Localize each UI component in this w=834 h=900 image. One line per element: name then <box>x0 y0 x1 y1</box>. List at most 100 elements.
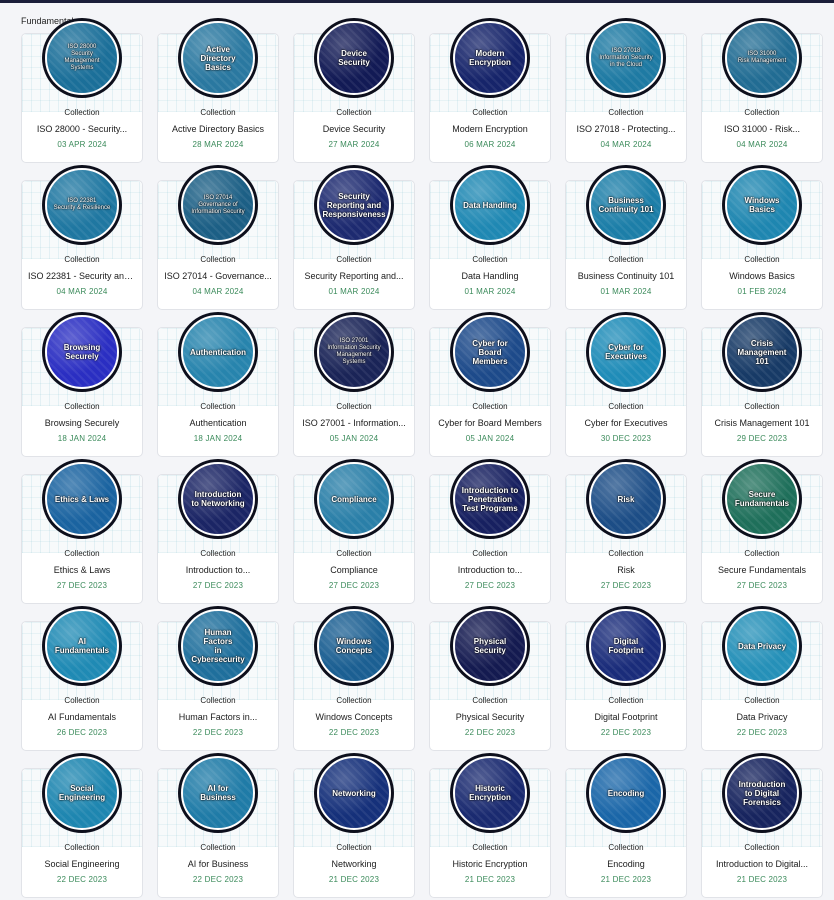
collection-card[interactable]: Cyber for Executives Collection Cyber for … <box>565 312 687 457</box>
card-title: Ethics & Laws <box>53 565 111 575</box>
collection-card[interactable]: Networking Collection Networking 21 DEC 202… <box>293 753 415 898</box>
collection-card[interactable]: Compliance Collection Compliance 27 DEC 202… <box>293 459 415 604</box>
collection-card[interactable]: Browsing Securely Collection Browsing Secu… <box>21 312 143 457</box>
collection-card[interactable]: Device Security Collection Device Security… <box>293 18 415 163</box>
collection-card[interactable]: Risk Collection Risk 27 DEC 2023 <box>565 459 687 604</box>
card-type-label: Collection <box>472 549 508 558</box>
collection-badge-image: Business Continuity 101 <box>586 165 666 245</box>
collection-card[interactable]: Introduction to Networking Collection Intr… <box>157 459 279 604</box>
collection-card[interactable]: Windows Concepts Collection Windows Concep… <box>293 606 415 751</box>
badge-label: Business Continuity 101 <box>598 196 654 214</box>
badge-label: Windows Basics <box>744 196 780 214</box>
collection-card[interactable]: Secure Fundamentals Collection Secure Fund… <box>701 459 823 604</box>
collection-card[interactable]: Authentication Collection Authentication 18… <box>157 312 279 457</box>
card-date: 22 DEC 2023 <box>192 728 244 737</box>
collection-badge-image: Human Factors in Cybersecurity <box>178 606 258 686</box>
collection-badge-image: AI for Business <box>178 753 258 833</box>
collection-card[interactable]: Crisis Management 101 Collection Crisis Ma… <box>701 312 823 457</box>
collection-card[interactable]: Active Directory Basics Collection Active … <box>157 18 279 163</box>
badge-label: Digital Footprint <box>608 637 644 655</box>
collection-badge-image: Data Handling <box>450 165 530 245</box>
top-bar <box>0 0 834 3</box>
collection-card[interactable]: Ethics & Laws Collection Ethics & Laws 27 D… <box>21 459 143 604</box>
card-date: 21 DEC 2023 <box>328 875 380 884</box>
collection-badge-image: Introduction to Networking <box>178 459 258 539</box>
collection-badge-image: Browsing Securely <box>42 312 122 392</box>
collection-card[interactable]: ISO 31000 Risk Management Collection ISO 3… <box>701 18 823 163</box>
collection-badge-image: Authentication <box>178 312 258 392</box>
card-title: Introduction to... <box>457 565 523 575</box>
collection-card[interactable]: Human Factors in Cybersecurity Collection… <box>157 606 279 751</box>
badge-label: Social Engineering <box>58 784 106 802</box>
collection-card[interactable]: AI Fundamentals Collection AI Fundamentals… <box>21 606 143 751</box>
collection-card[interactable]: ISO 27014 Governance of Information Secu… <box>157 165 279 310</box>
collection-card[interactable]: Windows Basics Collection Windows Basics 01… <box>701 165 823 310</box>
badge-label: Introduction to Digital Forensics <box>738 779 786 807</box>
card-type-label: Collection <box>64 108 100 117</box>
collection-badge-image: Device Security <box>314 18 394 98</box>
card-type-label: Collection <box>64 696 100 705</box>
card-type-label: Collection <box>200 108 236 117</box>
card-type-label: Collection <box>64 255 100 264</box>
collection-card[interactable]: Data Handling Collection Data Handling 01 M… <box>429 165 551 310</box>
collection-card[interactable]: Security Reporting and Responsiveness Col… <box>293 165 415 310</box>
collection-card[interactable]: AI for Business Collection AI for Business… <box>157 753 279 898</box>
collection-card[interactable]: Data Privacy Collection Data Privacy 22 DEC… <box>701 606 823 751</box>
card-date: 01 MAR 2024 <box>600 287 652 296</box>
collection-badge-image: Compliance <box>314 459 394 539</box>
collection-card[interactable]: Business Continuity 101 Collection Busines… <box>565 165 687 310</box>
card-title: Device Security <box>322 124 386 134</box>
card-type-label: Collection <box>608 402 644 411</box>
collection-card[interactable]: Encoding Collection Encoding 21 DEC 2023 <box>565 753 687 898</box>
card-type-label: Collection <box>608 843 644 852</box>
card-title: Risk <box>617 565 635 575</box>
badge-label: Windows Concepts <box>335 637 373 655</box>
collection-card[interactable]: Physical Security Collection Physical Secu… <box>429 606 551 751</box>
collection-card[interactable]: Social Engineering Collection Social Engin… <box>21 753 143 898</box>
collection-badge-image: Cyber for Board Members <box>450 312 530 392</box>
card-type-label: Collection <box>744 402 780 411</box>
collection-badge-image: Crisis Management 101 <box>722 312 802 392</box>
collection-badge-image: Physical Security <box>450 606 530 686</box>
card-title: Data Handling <box>461 271 519 281</box>
card-type-label: Collection <box>336 549 372 558</box>
card-title: AI Fundamentals <box>47 712 117 722</box>
collection-badge-image: Historic Encryption <box>450 753 530 833</box>
collection-card[interactable]: Cyber for Board Members Collection Cyber f… <box>429 312 551 457</box>
card-title: Browsing Securely <box>44 418 120 428</box>
card-date: 21 DEC 2023 <box>600 875 652 884</box>
card-date: 01 MAR 2024 <box>464 287 516 296</box>
badge-label: Data Privacy <box>737 641 787 651</box>
card-date: 18 JAN 2024 <box>193 434 243 443</box>
collection-badge-image: Encoding <box>586 753 666 833</box>
card-title: Security Reporting and... <box>304 271 404 281</box>
collection-grid: ISO 28000 Security Management Systems Col… <box>21 18 823 900</box>
collection-badge-image: Windows Basics <box>722 165 802 245</box>
collection-card[interactable]: Introduction to Penetration Test Program… <box>429 459 551 604</box>
card-type-label: Collection <box>200 255 236 264</box>
badge-label: Physical Security <box>473 637 507 655</box>
card-date: 21 DEC 2023 <box>464 875 516 884</box>
card-date: 27 DEC 2023 <box>192 581 244 590</box>
card-type-label: Collection <box>64 549 100 558</box>
collection-card[interactable]: Introduction to Digital Forensics Collect… <box>701 753 823 898</box>
collection-card[interactable]: Modern Encryption Collection Modern Encryp… <box>429 18 551 163</box>
card-type-label: Collection <box>472 255 508 264</box>
collection-card[interactable]: ISO 28000 Security Management Systems Col… <box>21 18 143 163</box>
card-title: Introduction to Digital... <box>715 859 809 869</box>
card-date: 05 JAN 2024 <box>329 434 379 443</box>
collection-card[interactable]: Historic Encryption Collection Historic En… <box>429 753 551 898</box>
card-type-label: Collection <box>336 255 372 264</box>
collection-card[interactable]: ISO 27001 Information Security Managemen… <box>293 312 415 457</box>
collection-card[interactable]: ISO 27018 Information Security in the Cl… <box>565 18 687 163</box>
collection-card[interactable]: Digital Footprint Collection Digital Footp… <box>565 606 687 751</box>
collection-badge-image: Introduction to Penetration Test Program… <box>450 459 530 539</box>
card-title: ISO 31000 - Risk... <box>723 124 801 134</box>
collection-badge-image: Data Privacy <box>722 606 802 686</box>
collection-badge-image: Active Directory Basics <box>178 18 258 98</box>
badge-label: Encoding <box>607 788 645 798</box>
card-date: 27 DEC 2023 <box>56 581 108 590</box>
card-date: 04 MAR 2024 <box>56 287 108 296</box>
collection-card[interactable]: ISO 22381 Security & Resilience Collectio… <box>21 165 143 310</box>
card-type-label: Collection <box>336 696 372 705</box>
